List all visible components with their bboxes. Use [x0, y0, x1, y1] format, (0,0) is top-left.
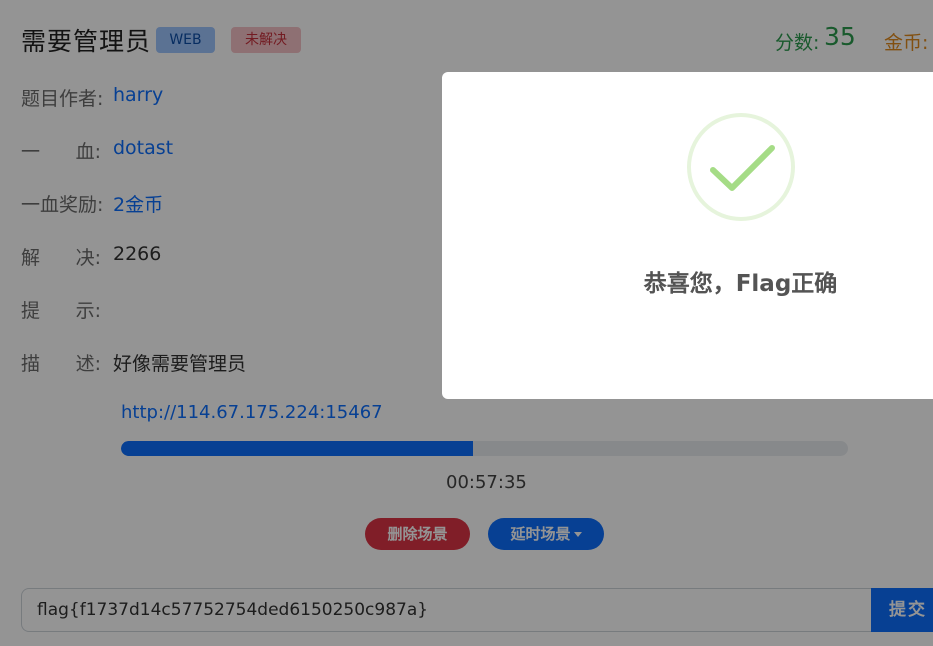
success-check-icon	[687, 113, 795, 221]
success-modal: 恭喜您，Flag正确	[442, 72, 933, 399]
success-message: 恭喜您，Flag正确	[643, 271, 838, 297]
